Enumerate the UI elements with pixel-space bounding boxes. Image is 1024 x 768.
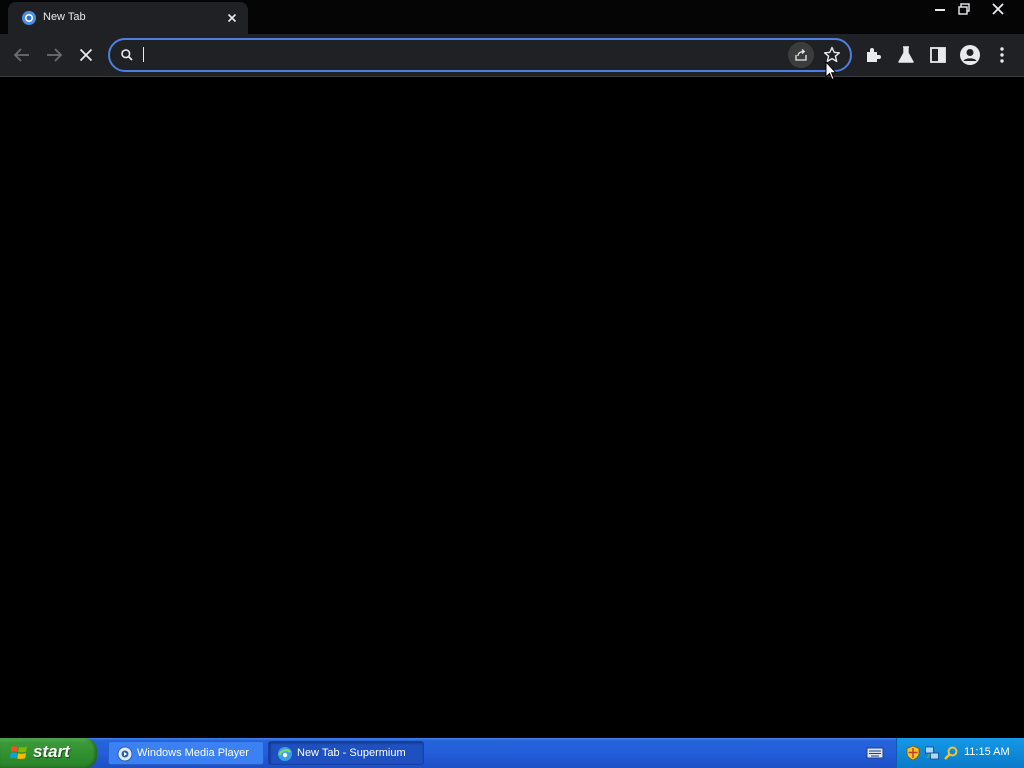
taskbar-item-label: Windows Media Player: [137, 747, 249, 759]
puzzle-icon[interactable]: [862, 43, 886, 67]
flask-icon[interactable]: [894, 43, 918, 67]
address-bar-input[interactable]: [140, 44, 780, 66]
taskbar-item-windows-media-player[interactable]: Windows Media Player: [108, 741, 264, 765]
supermium-logo-icon: [278, 747, 292, 761]
tab-title: New Tab: [43, 11, 86, 23]
share-button[interactable]: [788, 42, 814, 68]
browser-tab-strip: New Tab: [0, 0, 1024, 34]
browser-toolbar: [0, 34, 1024, 77]
side-panel-icon[interactable]: [926, 43, 950, 67]
page-content: [0, 77, 1024, 738]
windows-logo-icon: [10, 746, 27, 759]
tab-new-tab[interactable]: New Tab: [8, 2, 248, 34]
taskbar: start Windows Media Player New Tab - Sup…: [0, 738, 1024, 768]
restore-icon[interactable]: [950, 0, 978, 18]
taskbar-item-supermium[interactable]: New Tab - Supermium: [268, 741, 424, 765]
three-dot-menu-icon[interactable]: [990, 43, 1014, 67]
supermium-logo-icon: [22, 11, 36, 25]
network-icon[interactable]: [924, 745, 940, 761]
taskbar-item-label: New Tab - Supermium: [297, 747, 406, 759]
profile-icon[interactable]: [958, 43, 982, 67]
search-magnifier-icon[interactable]: [943, 745, 959, 761]
keyboard-icon[interactable]: [866, 745, 884, 761]
start-button[interactable]: start: [0, 738, 97, 768]
system-clock: 11:15 AM: [964, 746, 1010, 758]
mouse-pointer-icon: [825, 61, 837, 81]
forward-arrow-icon[interactable]: [42, 43, 66, 67]
back-arrow-icon[interactable]: [10, 43, 34, 67]
start-label: start: [33, 742, 70, 761]
windows-media-player-icon: [117, 746, 133, 762]
security-shield-icon[interactable]: [905, 745, 921, 761]
close-icon[interactable]: [224, 10, 240, 26]
desktop-screen: New Tab start Windows Media Player New T…: [0, 0, 1024, 768]
search-icon: [121, 49, 133, 61]
stop-loading-icon[interactable]: [74, 43, 98, 67]
system-tray: 11:15 AM: [896, 738, 1024, 768]
text-caret: [143, 47, 144, 62]
omnibox[interactable]: [108, 38, 852, 72]
window-close-icon[interactable]: [984, 0, 1012, 18]
share-icon: [795, 49, 807, 61]
